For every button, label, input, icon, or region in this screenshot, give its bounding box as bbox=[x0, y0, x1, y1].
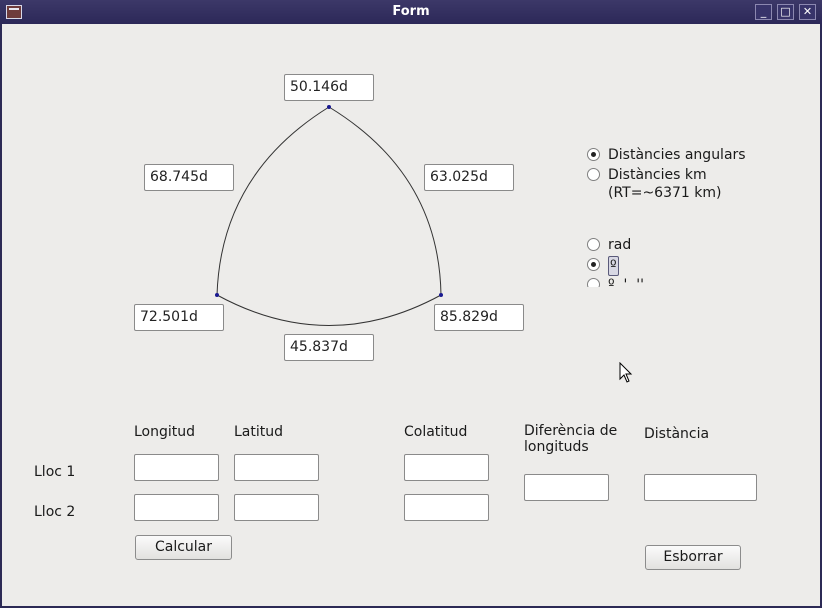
side-right-field[interactable]: 63.025d bbox=[424, 164, 514, 191]
lloc2-longitud-input[interactable] bbox=[134, 494, 219, 521]
column-longitud-label: Longitud bbox=[134, 424, 196, 440]
radio-distancies-km[interactable]: Distàncies km (RT=~6371 km) bbox=[587, 166, 721, 202]
maximize-icon[interactable]: □ bbox=[777, 4, 794, 20]
radio-label: rad bbox=[608, 237, 632, 253]
angle-top-field[interactable]: 50.146d bbox=[284, 74, 374, 101]
column-latitud-label: Latitud bbox=[234, 424, 284, 440]
triangle-vertex-bottom-right bbox=[439, 293, 443, 297]
calcular-button[interactable]: Calcular bbox=[135, 535, 232, 560]
radio-button[interactable] bbox=[587, 258, 600, 271]
row-lloc1-label: Lloc 1 bbox=[34, 464, 76, 480]
radio-label-group: Distàncies km (RT=~6371 km) bbox=[608, 166, 721, 202]
lloc1-latitud-input[interactable] bbox=[234, 454, 319, 481]
radio-label: Distàncies angulars bbox=[608, 147, 746, 163]
close-icon[interactable]: ✕ bbox=[799, 4, 816, 20]
triangle-side-left bbox=[216, 106, 330, 296]
radio-label: º bbox=[608, 256, 619, 276]
radio-label: º ' '' bbox=[608, 277, 644, 287]
radio-distancies-angulars[interactable]: Distàncies angulars bbox=[587, 146, 746, 164]
row-lloc2-label: Lloc 2 bbox=[34, 504, 76, 520]
column-distancia-label: Distància bbox=[644, 426, 710, 442]
lloc2-colatitud-input[interactable] bbox=[404, 494, 489, 521]
diferencia-longituds-input[interactable] bbox=[524, 474, 609, 501]
window-title: Form bbox=[392, 4, 430, 19]
triangle-side-right bbox=[328, 106, 442, 296]
side-left-field[interactable]: 68.745d bbox=[144, 164, 234, 191]
lloc1-longitud-input[interactable] bbox=[134, 454, 219, 481]
angle-bottom-left-field[interactable]: 72.501d bbox=[134, 304, 224, 331]
esborrar-button[interactable]: Esborrar bbox=[645, 545, 741, 570]
lloc2-latitud-input[interactable] bbox=[234, 494, 319, 521]
radio-dms[interactable]: º ' '' bbox=[587, 276, 644, 287]
lloc1-colatitud-input[interactable] bbox=[404, 454, 489, 481]
minimize-icon[interactable]: _ bbox=[755, 4, 772, 20]
radio-button[interactable] bbox=[587, 278, 600, 287]
triangle-vertex-bottom-left bbox=[215, 293, 219, 297]
radio-label-earth-radius: (RT=~6371 km) bbox=[608, 185, 722, 201]
radio-rad[interactable]: rad bbox=[587, 236, 631, 254]
column-diferencia-label: Diferència de longituds bbox=[524, 423, 618, 455]
radio-label: Distàncies km bbox=[608, 167, 707, 183]
triangle-vertex-top bbox=[327, 105, 331, 109]
column-colatitud-label: Colatitud bbox=[404, 424, 468, 440]
distancia-input[interactable] bbox=[644, 474, 757, 501]
radio-degrees[interactable]: º bbox=[587, 256, 619, 276]
mouse-cursor-icon bbox=[619, 362, 633, 383]
radio-button[interactable] bbox=[587, 148, 600, 161]
side-bottom-field[interactable]: 45.837d bbox=[284, 334, 374, 361]
form-client-area: 50.146d 68.745d 63.025d 72.501d 85.829d … bbox=[2, 24, 820, 606]
radio-button[interactable] bbox=[587, 168, 600, 181]
angle-bottom-right-field[interactable]: 85.829d bbox=[434, 304, 524, 331]
title-bar: Form _ □ ✕ bbox=[0, 0, 822, 24]
triangle-side-bottom bbox=[216, 294, 442, 326]
radio-button[interactable] bbox=[587, 238, 600, 251]
form-window: Form _ □ ✕ 50.146d 68.745d 63.025d 72.50… bbox=[0, 0, 822, 608]
